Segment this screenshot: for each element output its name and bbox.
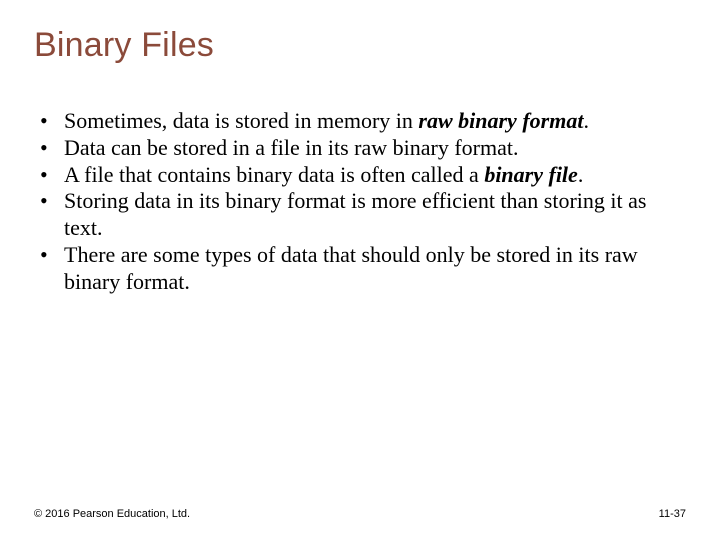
list-item: A file that contains binary data is ofte… [36, 162, 670, 189]
slide-content: Sometimes, data is stored in memory in r… [36, 108, 670, 296]
slide-title: Binary Files [34, 26, 214, 65]
list-item: There are some types of data that should… [36, 242, 670, 296]
list-item: Data can be stored in a file in its raw … [36, 135, 670, 162]
bullet-list: Sometimes, data is stored in memory in r… [36, 108, 670, 296]
bullet-text: . [583, 108, 589, 133]
bullet-text: There are some types of data that should… [64, 242, 638, 294]
slide: Binary Files Sometimes, data is stored i… [0, 0, 720, 540]
footer-copyright: © 2016 Pearson Education, Ltd. [34, 508, 190, 520]
emphasis-text: binary file [484, 162, 578, 187]
footer-page-number: 11-37 [659, 508, 686, 520]
list-item: Sometimes, data is stored in memory in r… [36, 108, 670, 135]
bullet-text: Storing data in its binary format is mor… [64, 188, 646, 240]
emphasis-text: raw binary format [418, 108, 583, 133]
list-item: Storing data in its binary format is mor… [36, 188, 670, 242]
bullet-text: Sometimes, data is stored in memory in [64, 108, 418, 133]
bullet-text: Data can be stored in a file in its raw … [64, 135, 519, 160]
bullet-text: A file that contains binary data is ofte… [64, 162, 484, 187]
bullet-text: . [578, 162, 584, 187]
